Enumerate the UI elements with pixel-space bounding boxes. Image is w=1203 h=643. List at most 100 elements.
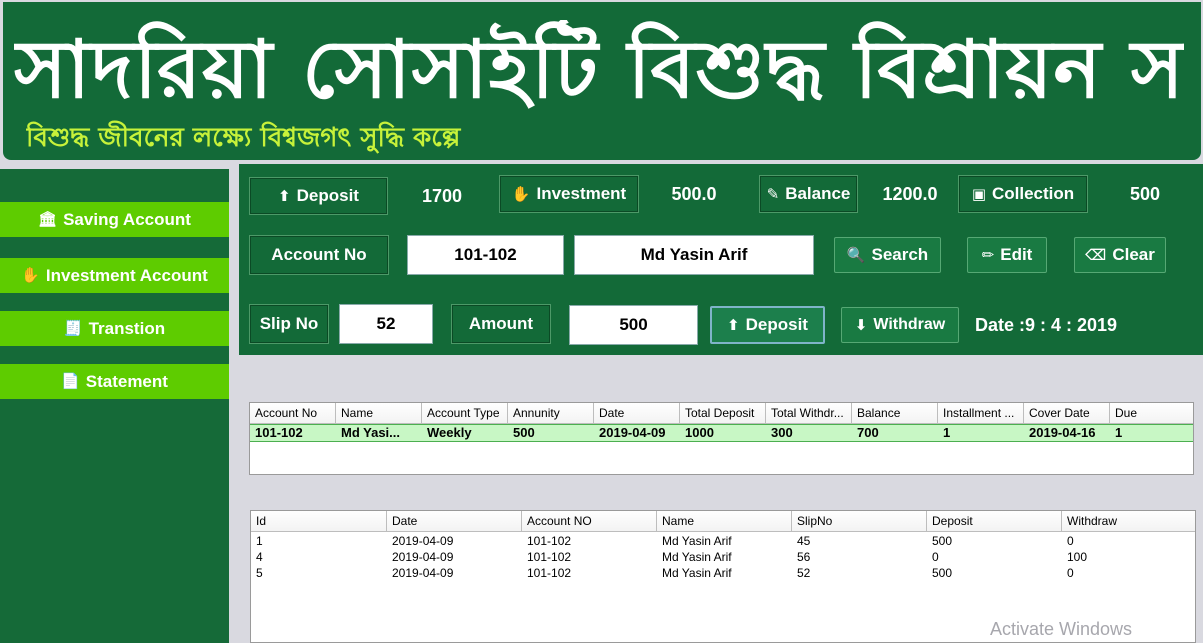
table-cell: 0 [932, 550, 939, 564]
column-header[interactable]: Cover Date [1024, 403, 1110, 423]
activate-windows-watermark: Activate Windows [990, 619, 1133, 639]
column-header[interactable]: Deposit [927, 511, 1062, 531]
search-button[interactable]: 🔍 Search [834, 237, 941, 273]
table-cell: 500 [513, 425, 535, 440]
table-cell: Md Yasi... [341, 425, 401, 440]
collection-summary-button[interactable]: ▣ Collection [958, 175, 1088, 213]
table-cell: Md Yasin Arif [662, 534, 732, 548]
column-header[interactable]: Total Deposit [680, 403, 766, 423]
table-cell: Md Yasin Arif [662, 550, 732, 564]
table-cell: 500 [932, 566, 953, 580]
search-button-label: Search [871, 245, 929, 264]
clear-icon: ⌫ [1085, 246, 1107, 264]
table-cell: 0 [1067, 566, 1074, 580]
table-cell: 2019-04-16 [1029, 425, 1096, 440]
table-cell: Md Yasin Arif [662, 566, 732, 580]
table-cell: 101-102 [527, 566, 572, 580]
sidebar-item-label: Investment Account [45, 265, 208, 285]
sidebar-item-statement[interactable]: 📄 Statement [0, 364, 229, 399]
sidebar-item-transtion[interactable]: 🧾 Transtion [0, 311, 229, 346]
sidebar-item-label: Saving Account [63, 209, 191, 229]
clear-button[interactable]: ⌫ Clear [1074, 237, 1166, 273]
investment-summary-button[interactable]: ✋ Investment [499, 175, 639, 213]
column-header[interactable]: Installment ... [938, 403, 1024, 423]
receipt-icon: 🧾 [63, 320, 83, 337]
deposit-button-label: Deposit [745, 315, 808, 334]
column-header[interactable]: Account Type [422, 403, 508, 423]
slip-no-label: Slip No [249, 304, 329, 344]
table-cell: 1000 [685, 425, 714, 440]
table-cell: 4 [256, 550, 263, 564]
table-cell: 101-102 [527, 550, 572, 564]
withdraw-icon: ⬇ [854, 316, 868, 334]
table-cell: 45 [797, 534, 811, 548]
bank-icon: 🏛 [38, 211, 58, 228]
table-cell: 1 [256, 534, 263, 548]
hand-coins-icon: ✋ [21, 267, 40, 284]
deposit-icon: ⬆ [727, 316, 740, 334]
column-header[interactable]: Total Withdr... [766, 403, 852, 423]
sidebar [0, 169, 229, 643]
withdraw-button[interactable]: ⬇ Withdraw [841, 307, 959, 343]
slip-no-input[interactable]: 52 [339, 304, 433, 344]
amount-input[interactable]: 500 [569, 305, 698, 345]
column-header[interactable]: Balance [852, 403, 938, 423]
column-header[interactable]: Id [251, 511, 387, 531]
sidebar-item-saving-account[interactable]: 🏛 Saving Account [0, 202, 229, 237]
column-header[interactable]: Due [1110, 403, 1193, 423]
table-row[interactable]: 101-102 Md Yasi... Weekly 500 2019-04-09 1000… [250, 424, 1193, 442]
balance-summary-label: Balance [785, 184, 851, 203]
table-cell: 300 [771, 425, 793, 440]
table-cell: 0 [1067, 534, 1074, 548]
balance-summary-button[interactable]: ✎ Balance [759, 175, 858, 213]
investment-total: 500.0 [671, 183, 717, 204]
search-icon: 🔍 [846, 246, 866, 264]
deposit-summary-label: Deposit [296, 186, 359, 205]
table-cell: 101-102 [527, 534, 572, 548]
deposit-summary-button[interactable]: ⬆ Deposit [249, 177, 388, 215]
account-name-field[interactable]: Md Yasin Arif [574, 235, 814, 275]
column-header[interactable]: Account NO [522, 511, 657, 531]
column-header[interactable]: Withdraw [1062, 511, 1195, 531]
current-date: Date :9 : 4 : 2019 [975, 314, 1118, 335]
edit-button[interactable]: ✏ Edit [967, 237, 1047, 273]
amount-label: Amount [451, 304, 551, 344]
money-icon: ✎ [766, 185, 780, 203]
table-cell: 700 [857, 425, 879, 440]
account-table[interactable]: Account No Name Account Type Annunity Date To… [249, 402, 1194, 475]
table-row[interactable]: 4 2019-04-09 101-102 Md Yasin Arif 56 0 100 [251, 549, 1195, 565]
deposit-icon: ⬆ [278, 187, 291, 205]
column-header[interactable]: SlipNo [792, 511, 927, 531]
pencil-icon: ✏ [981, 246, 995, 264]
column-header[interactable]: Name [336, 403, 422, 423]
table-cell: 100 [1067, 550, 1088, 564]
collection-total: 500 [1129, 183, 1161, 204]
sidebar-item-investment-account[interactable]: ✋ Investment Account [0, 258, 229, 293]
document-icon: 📄 [61, 373, 80, 390]
account-number-input[interactable]: 101-102 [407, 235, 564, 275]
wallet-icon: ▣ [971, 185, 986, 203]
account-no-label: Account No [249, 235, 389, 275]
table-row[interactable]: 5 2019-04-09 101-102 Md Yasin Arif 52 500 0 [251, 565, 1195, 581]
column-header[interactable]: Date [387, 511, 522, 531]
table-cell: 5 [256, 566, 263, 580]
table-cell: 2019-04-09 [392, 550, 454, 564]
sidebar-item-label: Statement [85, 371, 168, 391]
table-row[interactable]: 1 2019-04-09 101-102 Md Yasin Arif 45 500 0 [251, 533, 1195, 549]
withdraw-button-label: Withdraw [873, 316, 946, 333]
table-cell: 2019-04-09 [392, 566, 454, 580]
table-cell: 1 [1115, 425, 1123, 440]
balance-total: 1200.0 [882, 183, 938, 204]
table-cell: 500 [932, 534, 953, 548]
clear-button-label: Clear [1112, 245, 1155, 264]
column-header[interactable]: Annunity [508, 403, 594, 423]
deposit-button[interactable]: ⬆ Deposit [710, 306, 825, 344]
column-header[interactable]: Date [594, 403, 680, 423]
column-header[interactable]: Account No [250, 403, 336, 423]
edit-button-label: Edit [1000, 245, 1033, 264]
table-cell: Weekly [427, 425, 472, 440]
table-cell: 52 [797, 566, 811, 580]
table-cell: 2019-04-09 [392, 534, 454, 548]
table-cell: 101-102 [255, 425, 303, 440]
column-header[interactable]: Name [657, 511, 792, 531]
